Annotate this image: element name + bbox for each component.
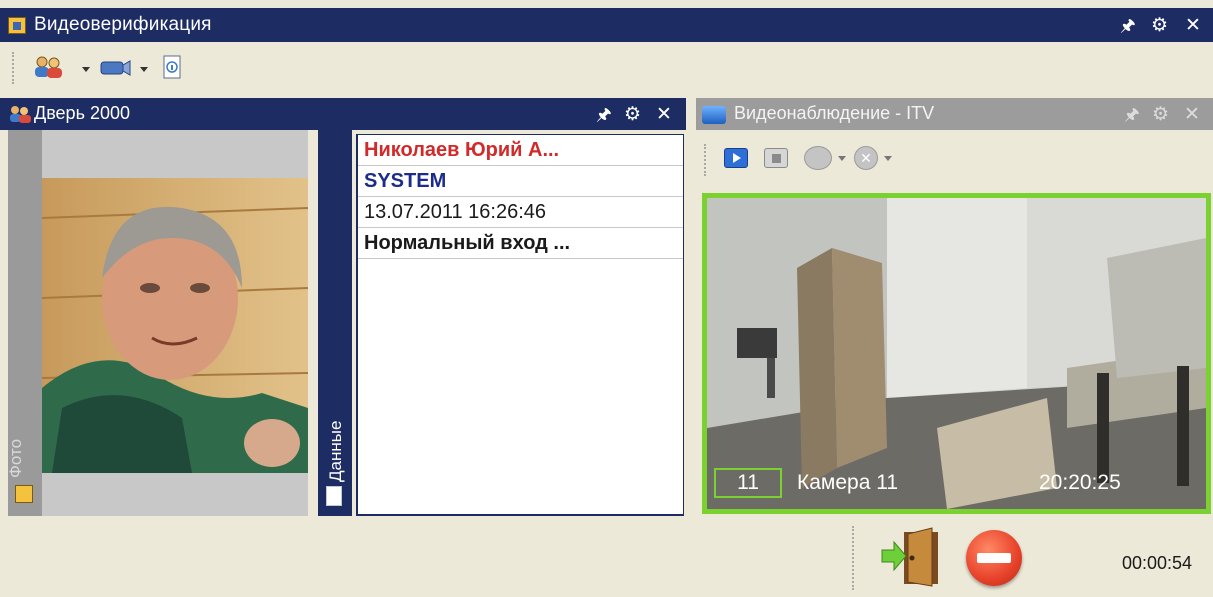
pin-icon[interactable]: 🖈︎: [1124, 106, 1140, 123]
person-photo: [42, 178, 308, 473]
video-toolbar: ✕: [696, 130, 1213, 190]
camera-time-label: 20:20:25: [1039, 471, 1121, 494]
cancel-icon[interactable]: ✕: [854, 146, 878, 170]
toolbar-grip[interactable]: [852, 526, 855, 590]
main-toolbar: [0, 42, 1213, 96]
toolbar-grip[interactable]: [12, 52, 15, 84]
document-button[interactable]: [160, 54, 188, 82]
gear-icon[interactable]: ⚙: [624, 105, 641, 124]
chevron-down-icon[interactable]: [838, 156, 846, 161]
video-panel-header: Видеонаблюдение - ITV 🖈︎ ⚙ ✕: [696, 98, 1213, 130]
users-button[interactable]: [32, 54, 72, 82]
photo-area: [42, 130, 308, 516]
data-row-datetime: 13.07.2011 16:26:46: [358, 197, 683, 228]
data-row-operator: SYSTEM: [358, 166, 683, 197]
video-app-icon: [702, 106, 726, 124]
users-icon: [10, 106, 31, 123]
camera-name-label: Камера 11: [797, 471, 899, 494]
chevron-down-icon[interactable]: [140, 67, 148, 72]
data-row-event: Нормальный вход ...: [358, 228, 683, 259]
pin-icon[interactable]: 🖈︎: [1120, 17, 1136, 34]
photo-tab-icon: [15, 485, 33, 503]
camera-button[interactable]: [98, 54, 136, 82]
deny-button[interactable]: [966, 530, 1022, 586]
record-icon[interactable]: [804, 146, 832, 170]
close-icon[interactable]: ✕: [656, 105, 672, 124]
data-tab-label: Данные: [326, 420, 345, 482]
door-enter-icon: [881, 527, 938, 587]
event-data-list: Николаев Юрий А... SYSTEM 13.07.2011 16:…: [356, 134, 684, 516]
door-panel-title: Дверь 2000: [34, 103, 130, 123]
allow-entry-button[interactable]: [880, 526, 942, 588]
close-icon[interactable]: ✕: [1184, 105, 1200, 124]
gear-icon[interactable]: ⚙: [1152, 105, 1169, 124]
play-button[interactable]: [724, 148, 748, 168]
chevron-down-icon[interactable]: [82, 67, 90, 72]
camera-number-tag: 11: [714, 468, 782, 498]
window-titlebar: Видеоверификация 🖈︎ ⚙ ✕: [0, 8, 1213, 42]
data-tab-icon: [326, 486, 342, 506]
camera-icon: [100, 60, 131, 76]
document-info-icon: [163, 55, 181, 79]
window-title: Видеоверификация: [34, 14, 212, 35]
camera-image: [707, 198, 1206, 509]
camera-video-frame[interactable]: 11 Камера 11 20:20:25: [702, 193, 1211, 514]
users-icon: [35, 56, 62, 78]
deny-icon: [977, 553, 1011, 563]
bottom-action-bar: 00:00:54: [0, 516, 1213, 597]
close-icon[interactable]: ✕: [1185, 16, 1201, 35]
data-row-person: Николаев Юрий А...: [358, 135, 683, 166]
session-timer: 00:00:54: [1122, 553, 1193, 573]
stop-button[interactable]: [764, 148, 788, 168]
video-verification-window: Видеоверификация 🖈︎ ⚙ ✕ Дверь 2000 🖈︎ ⚙ …: [0, 0, 1213, 597]
photo-side-tab[interactable]: Фото: [6, 130, 42, 516]
door-panel-header: Дверь 2000 🖈︎ ⚙ ✕: [0, 98, 686, 130]
chevron-down-icon[interactable]: [884, 156, 892, 161]
app-icon: [8, 17, 26, 34]
gear-icon[interactable]: ⚙: [1151, 16, 1168, 35]
photo-tab-label: Фото: [6, 438, 25, 478]
pin-icon[interactable]: 🖈︎: [596, 106, 612, 123]
stop-icon: [772, 154, 781, 163]
video-panel-title: Видеонаблюдение - ITV: [734, 103, 935, 123]
play-icon: [733, 153, 741, 163]
toolbar-grip[interactable]: [704, 144, 707, 176]
data-side-tab[interactable]: Данные: [318, 130, 352, 516]
